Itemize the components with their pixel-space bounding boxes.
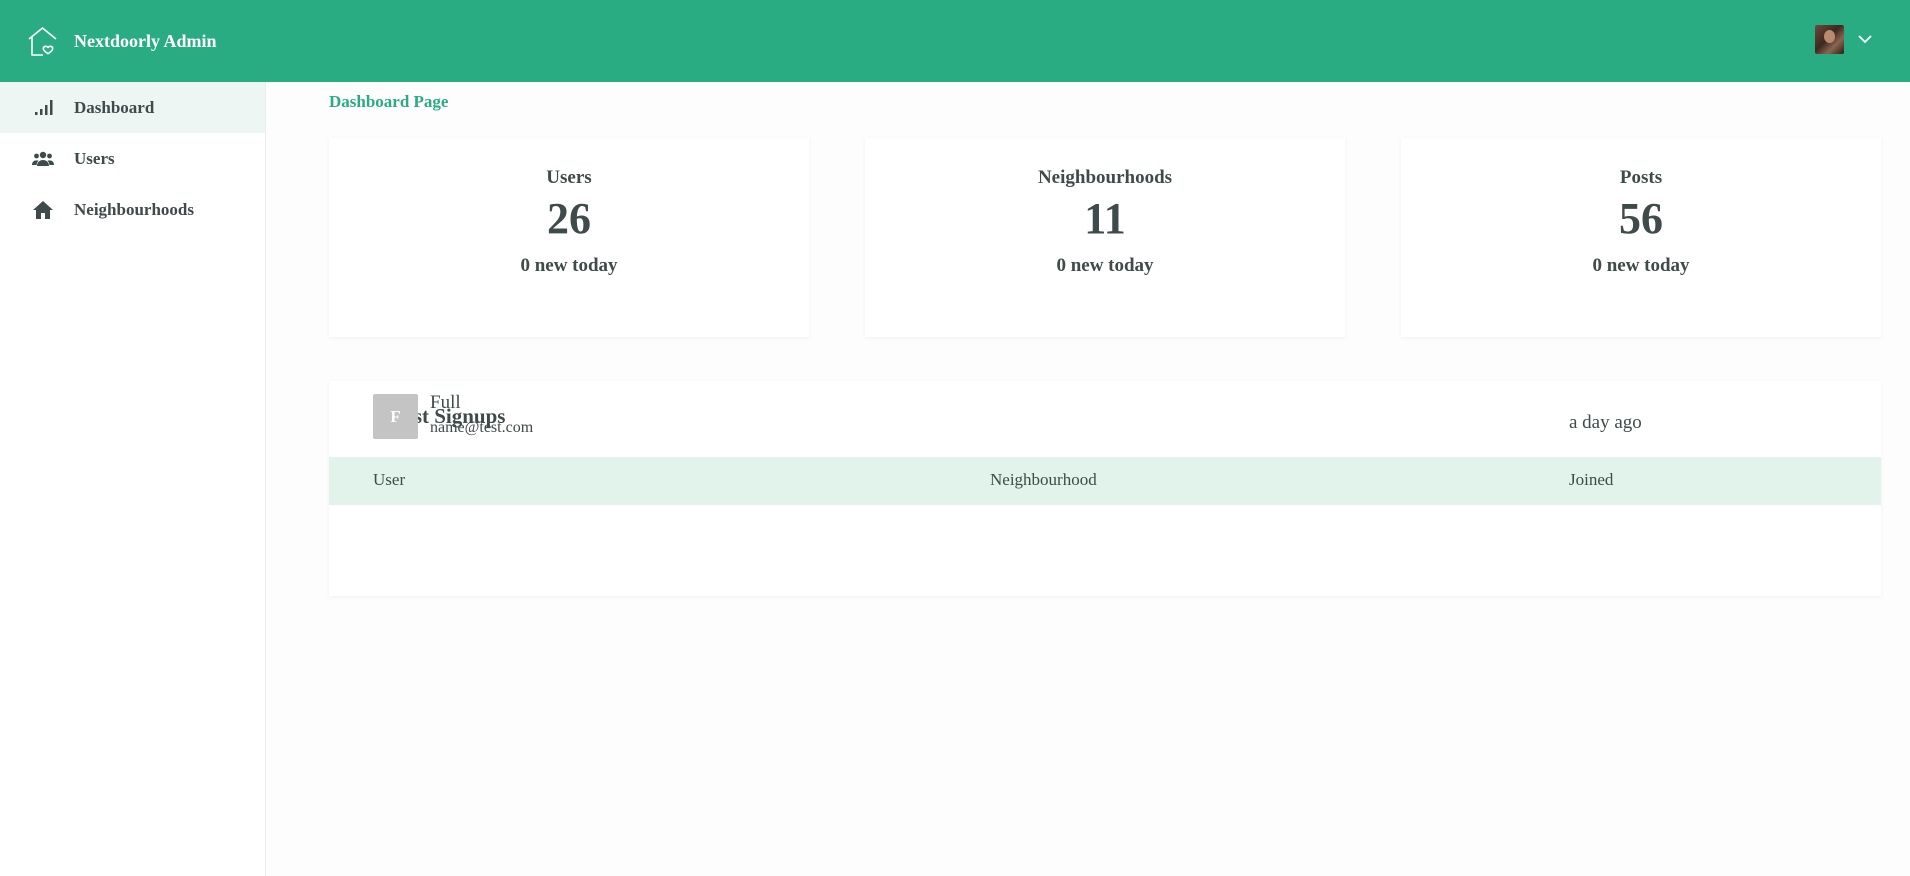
stat-label: Posts <box>1619 167 1663 188</box>
stat-value: 11 <box>1084 194 1126 243</box>
stat-card-posts: Posts 56 0 new today <box>1401 138 1881 337</box>
house-heart-logo-icon[interactable] <box>26 25 59 58</box>
sidebar-item-label: Dashboard <box>74 97 155 117</box>
stat-card-users: Users 26 0 new today <box>329 138 809 337</box>
column-header-joined: Joined <box>1569 470 1614 489</box>
user-menu[interactable] <box>1815 25 1872 54</box>
sidebar-item-neighbourhoods[interactable]: Neighbourhoods <box>0 184 265 235</box>
users-icon <box>32 148 54 170</box>
latest-signups-panel: Latest Signups User Neighbourhood Joined <box>329 381 1881 596</box>
stat-label: Neighbourhoods <box>1037 167 1173 188</box>
sidebar-item-label: Users <box>74 148 115 168</box>
stat-subtext: 0 new today <box>1592 255 1690 277</box>
stat-subtext: 0 new today <box>1056 255 1154 277</box>
top-bar: Nextdoorly Admin <box>0 0 1910 82</box>
chevron-down-icon[interactable] <box>1858 31 1872 49</box>
sidebar-item-label: Neighbourhoods <box>74 199 194 219</box>
home-icon <box>32 199 54 221</box>
app-title: Nextdoorly Admin <box>74 30 217 51</box>
page-title: Dashboard Page <box>329 92 449 111</box>
stat-label: Users <box>546 167 592 188</box>
stat-subtext: 0 new today <box>520 255 618 277</box>
sidebar-item-dashboard[interactable]: Dashboard <box>0 82 265 133</box>
stat-value: 56 <box>1619 194 1663 243</box>
user-name[interactable]: Full <box>430 392 461 414</box>
column-header-neighbourhood: Neighbourhood <box>990 470 1097 489</box>
sidebar: Dashboard Users Neighbourhoods <box>0 82 266 876</box>
user-avatar[interactable] <box>1815 25 1844 54</box>
stat-value: 26 <box>547 194 591 243</box>
sidebar-item-users[interactable]: Users <box>0 133 265 184</box>
signal-bars-icon <box>32 97 54 119</box>
stat-card-neighbourhoods: Neighbourhoods 11 0 new today <box>865 138 1345 337</box>
column-header-user: User <box>373 470 406 489</box>
table-header: User Neighbourhood Joined <box>329 457 1881 505</box>
